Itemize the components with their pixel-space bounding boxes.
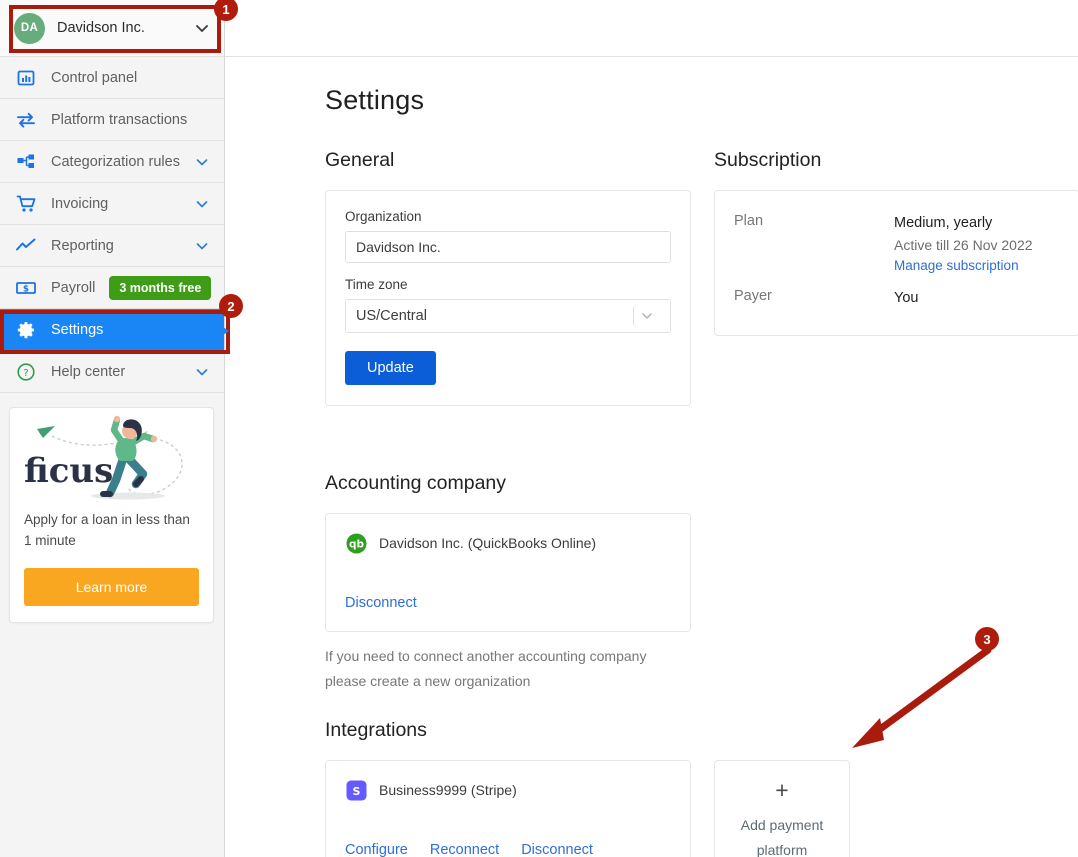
sidebar-item-label: Invoicing (51, 195, 109, 212)
manage-subscription-link[interactable]: Manage subscription (894, 258, 1019, 273)
stripe-connection-header: S Business9999 (Stripe) (345, 779, 671, 801)
update-button[interactable]: Update (345, 351, 436, 385)
sidebar-item-payroll[interactable]: $ Payroll 3 months free (0, 267, 224, 309)
subscription-row-plan: Plan Medium, yearly Active till 26 Nov 2… (734, 213, 1060, 275)
accounting-connection-header: qb Davidson Inc. (QuickBooks Online) (345, 532, 671, 554)
sidebar-item-label: Settings (51, 321, 104, 338)
timezone-selected-value: US/Central (356, 308, 427, 324)
disconnect-stripe-link[interactable]: Disconnect (521, 842, 593, 857)
payroll-promo-badge: 3 months free (109, 275, 212, 300)
svg-text:S: S (352, 784, 360, 797)
top-header-bar (225, 0, 1078, 57)
accounting-helper-text: If you need to connect another accountin… (325, 648, 647, 689)
shopping-cart-icon (14, 192, 38, 216)
integrations-row: S Business9999 (Stripe) Configure Reconn… (325, 760, 850, 857)
main-area: Settings General Organization Time zone … (225, 0, 1078, 857)
org-switcher[interactable]: DA Davidson Inc. (0, 0, 224, 57)
sidebar: DA Davidson Inc. Control panel Platform … (0, 0, 225, 857)
question-circle-icon: ? (14, 360, 38, 384)
settings-columns: General Organization Time zone US/Centra… (325, 149, 1078, 857)
promo-card[interactable]: ficus Apply for a loan in less than 1 mi… (9, 407, 214, 623)
disconnect-accounting-link[interactable]: Disconnect (345, 595, 417, 611)
timezone-select[interactable]: US/Central (345, 299, 671, 333)
sidebar-item-label: Reporting (51, 237, 114, 254)
chevron-down-icon[interactable] (194, 364, 210, 380)
configure-link[interactable]: Configure (345, 842, 408, 857)
subscription-active-till: Active till 26 Nov 2022 (894, 237, 1033, 254)
sidebar-item-platform-transactions[interactable]: Platform transactions (0, 99, 224, 141)
avatar: DA (14, 12, 45, 44)
sidebar-item-invoicing[interactable]: Invoicing (0, 183, 224, 225)
subscription-value-group: Medium, yearly Active till 26 Nov 2022 M… (894, 213, 1033, 275)
subscription-key: Payer (734, 288, 772, 305)
gear-icon (14, 318, 38, 342)
timezone-label: Time zone (345, 277, 408, 292)
subscription-section-title: Subscription (714, 149, 822, 171)
stripe-connection-name: Business9999 (Stripe) (379, 782, 517, 798)
integrations-section-title: Integrations (325, 719, 427, 741)
sidebar-item-help-center[interactable]: ? Help center (0, 351, 224, 393)
svg-text:$: $ (23, 284, 29, 294)
svg-text:qb: qb (348, 538, 364, 550)
organization-input[interactable] (345, 231, 671, 263)
chart-bar-icon (14, 66, 38, 90)
sitemap-icon (14, 150, 38, 174)
left-column: General Organization Time zone US/Centra… (325, 149, 850, 857)
svg-text:ficus: ficus (24, 451, 113, 491)
chevron-down-icon (194, 20, 210, 36)
app-root: DA Davidson Inc. Control panel Platform … (0, 0, 1078, 857)
learn-more-button[interactable]: Learn more (24, 567, 199, 606)
settings-content: Settings General Organization Time zone … (225, 57, 1078, 857)
chevron-down-icon[interactable] (634, 309, 660, 323)
sidebar-item-label: Platform transactions (51, 111, 188, 128)
subscription-row-payer: Payer You (734, 288, 1060, 309)
subscription-value: Medium, yearly (894, 215, 993, 231)
sidebar-item-label: Payroll (51, 279, 96, 296)
quickbooks-icon: qb (345, 532, 367, 554)
sidebar-item-settings[interactable]: Settings (0, 309, 224, 351)
chevron-down-icon[interactable] (194, 238, 210, 254)
sidebar-item-control-panel[interactable]: Control panel (0, 57, 224, 99)
organization-label: Organization (345, 209, 422, 224)
reconnect-link[interactable]: Reconnect (430, 842, 499, 857)
org-name: Davidson Inc. (57, 20, 145, 36)
sidebar-item-label: Control panel (51, 69, 138, 86)
stripe-integration-card: S Business9999 (Stripe) Configure Reconn… (325, 760, 691, 857)
subscription-value: You (894, 290, 919, 307)
subscription-key: Plan (734, 213, 764, 229)
line-chart-icon (14, 234, 38, 258)
subscription-card: Plan Medium, yearly Active till 26 Nov 2… (714, 190, 1078, 337)
ficus-illustration: ficus (10, 414, 213, 502)
stripe-connection-actions: Configure Reconnect Disconnect (345, 842, 671, 857)
svg-text:?: ? (23, 367, 28, 378)
transfer-arrows-icon (14, 108, 38, 132)
timezone-select-wrapper: US/Central (345, 299, 671, 333)
money-bill-icon: $ (14, 276, 38, 300)
accounting-connection-actions: Disconnect (345, 595, 671, 611)
page-title: Settings (325, 85, 425, 115)
chevron-down-icon[interactable] (194, 154, 210, 170)
sidebar-item-label: Help center (51, 363, 126, 380)
right-column: Subscription Plan Medium, yearly Active … (714, 149, 1078, 857)
sidebar-item-reporting[interactable]: Reporting (0, 225, 224, 267)
stripe-icon: S (345, 779, 367, 801)
general-section-title: General (325, 149, 395, 171)
accounting-company-section-title: Accounting company (325, 472, 507, 494)
general-card: Organization Time zone US/Central (325, 190, 691, 406)
sidebar-item-label: Categorization rules (51, 153, 180, 170)
accounting-connection-name: Davidson Inc. (QuickBooks Online) (379, 535, 597, 551)
accounting-company-card: qb Davidson Inc. (QuickBooks Online) Dis… (325, 513, 691, 632)
chevron-down-icon[interactable] (194, 196, 210, 212)
promo-text: Apply for a loan in less than 1 minute (24, 512, 190, 548)
sidebar-item-categorization-rules[interactable]: Categorization rules (0, 141, 224, 183)
